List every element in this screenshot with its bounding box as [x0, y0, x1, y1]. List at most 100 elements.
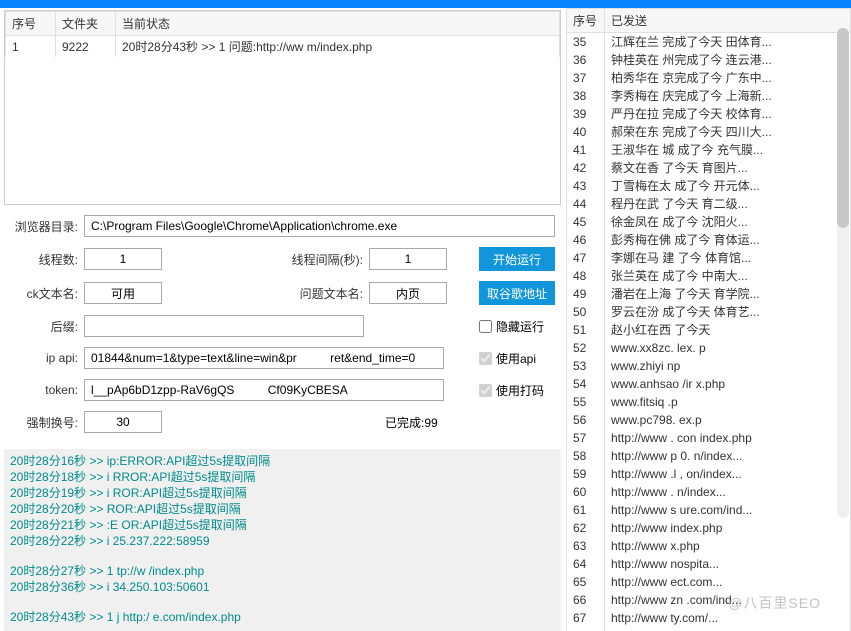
cell-seq: 41 [567, 141, 605, 159]
question-input[interactable] [369, 282, 447, 304]
cell-seq: 38 [567, 87, 605, 105]
table-row[interactable]: 56www.pc798. ex.p [567, 411, 851, 429]
table-row[interactable]: 54www.anhsao /ir x.php [567, 375, 851, 393]
table-row[interactable]: 49潘岩在上海 了今天 育学院... [567, 285, 851, 303]
log-line: 20时28分22秒 >> i 25.237.222:58959 [10, 533, 555, 549]
table-row[interactable]: 36钟桂英在 州完成了今 连云港... [567, 51, 851, 69]
browser-path-input[interactable] [84, 215, 555, 237]
cell-txt: http://www p 0. n/index... [605, 447, 851, 465]
cell-seq: 39 [567, 105, 605, 123]
hide-label: 隐藏运行 [496, 318, 544, 335]
table-row[interactable]: 55www.fitsiq .p [567, 393, 851, 411]
google-button[interactable]: 取谷歌地址 [479, 281, 555, 305]
table-row[interactable]: 1922220时28分43秒 >> 1 问题:http://ww m/index… [6, 36, 560, 58]
table-row[interactable]: 65http://www ect.com... [567, 573, 851, 591]
table-row[interactable]: 68http://www g de.com/... [567, 627, 851, 631]
threads-label: 线程数: [10, 251, 78, 268]
cell-seq: 1 [6, 36, 56, 58]
watermark: @八百里SEO [728, 593, 821, 613]
form-area: 浏览器目录: 线程数: 线程间隔(秒): 开始运行 ck文本名: 问题文本名: … [4, 205, 561, 449]
cell-seq: 44 [567, 195, 605, 213]
interval-input[interactable] [369, 248, 447, 270]
table-row[interactable]: 59http://www .l , on/index... [567, 465, 851, 483]
cell-txt: http://www index.php [605, 519, 851, 537]
task-table-wrap: 序号 文件夹 当前状态 1922220时28分43秒 >> 1 问题:http:… [4, 10, 561, 205]
cell-seq: 58 [567, 447, 605, 465]
token-input[interactable] [84, 379, 444, 401]
cell-seq: 47 [567, 249, 605, 267]
hide-checkbox[interactable]: 隐藏运行 [479, 318, 555, 335]
table-row[interactable]: 46彭秀梅在佛 成了今 育体运... [567, 231, 851, 249]
table-row[interactable]: 60http://www . n/index... [567, 483, 851, 501]
table-row[interactable]: 58http://www p 0. n/index... [567, 447, 851, 465]
cell-seq: 35 [567, 33, 605, 52]
table-row[interactable]: 41王淑华在 城 成了今 充气膜... [567, 141, 851, 159]
ipapi-label: ip api: [10, 351, 78, 365]
table-row[interactable]: 47李娜在马 建 了今 体育馆... [567, 249, 851, 267]
th-sent-txt: 已发送 [605, 9, 851, 33]
cell-folder: 9222 [56, 36, 116, 58]
table-row[interactable]: 62http://www index.php [567, 519, 851, 537]
table-row[interactable]: 52www.xx8zc. lex. p [567, 339, 851, 357]
table-row[interactable]: 51赵小红在西 了今天 [567, 321, 851, 339]
cell-seq: 59 [567, 465, 605, 483]
cell-txt: 张兰英在 成了今 中南大... [605, 267, 851, 285]
table-row[interactable]: 35江辉在兰 完成了今天 田体育... [567, 33, 851, 52]
table-row[interactable]: 50罗云在汾 成了今天 体育艺... [567, 303, 851, 321]
table-row[interactable]: 63http://www x.php [567, 537, 851, 555]
ipapi-input[interactable] [84, 347, 444, 369]
cell-txt: www.fitsiq .p [605, 393, 851, 411]
table-row[interactable]: 40郝荣在东 完成了今天 四川大... [567, 123, 851, 141]
cell-txt: 罗云在汾 成了今天 体育艺... [605, 303, 851, 321]
table-row[interactable]: 48张兰英在 成了今 中南大... [567, 267, 851, 285]
token-label: token: [10, 383, 78, 397]
table-row[interactable]: 53www.zhiyi np [567, 357, 851, 375]
cell-seq: 54 [567, 375, 605, 393]
useapi-checkbox[interactable]: 使用api [479, 350, 555, 367]
interval-label: 线程间隔(秒): [273, 251, 363, 268]
threads-input[interactable] [84, 248, 162, 270]
cell-txt: http://www x.php [605, 537, 851, 555]
cell-txt: 程丹在武 了今天 育二级... [605, 195, 851, 213]
table-row[interactable]: 43丁雪梅在太 成了今 开元体... [567, 177, 851, 195]
table-row[interactable]: 42蔡文在香 了今天 育图片... [567, 159, 851, 177]
cell-seq: 52 [567, 339, 605, 357]
th-status: 当前状态 [116, 12, 560, 36]
cell-txt: 彭秀梅在佛 成了今 育体运... [605, 231, 851, 249]
cell-seq: 51 [567, 321, 605, 339]
task-table: 序号 文件夹 当前状态 1922220时28分43秒 >> 1 问题:http:… [5, 11, 560, 57]
cell-txt: http://www . n/index... [605, 483, 851, 501]
cell-seq: 46 [567, 231, 605, 249]
table-row[interactable]: 38李秀梅在 庆完成了今 上海新... [567, 87, 851, 105]
cell-seq: 57 [567, 429, 605, 447]
suffix-label: 后缀: [10, 318, 78, 335]
useapi-label: 使用api [496, 350, 536, 367]
cell-txt: www.anhsao /ir x.php [605, 375, 851, 393]
main-area: 序号 文件夹 当前状态 1922220时28分43秒 >> 1 问题:http:… [0, 8, 851, 631]
table-row[interactable]: 37柏秀华在 京完成了今 广东中... [567, 69, 851, 87]
th-sent-seq: 序号 [567, 9, 605, 33]
suffix-input[interactable] [84, 315, 364, 337]
table-row[interactable]: 39严丹在拉 完成了今天 校体育... [567, 105, 851, 123]
cell-seq: 53 [567, 357, 605, 375]
ck-input[interactable] [84, 282, 162, 304]
cell-txt: 严丹在拉 完成了今天 校体育... [605, 105, 851, 123]
table-row[interactable]: 64http://www nospita... [567, 555, 851, 573]
table-row[interactable]: 61http://www s ure.com/ind... [567, 501, 851, 519]
force-input[interactable] [84, 411, 162, 433]
log-line: 20时28分19秒 >> i ROR:API超过5s提取间隔 [10, 485, 555, 501]
left-panel: 序号 文件夹 当前状态 1922220时28分43秒 >> 1 问题:http:… [0, 8, 565, 631]
scrollbar-thumb[interactable] [837, 28, 849, 228]
table-row[interactable]: 45徐金凤在 成了今 沈阳火... [567, 213, 851, 231]
title-bar [0, 0, 851, 8]
cell-status: 20时28分43秒 >> 1 问题:http://ww m/index.php [116, 36, 560, 58]
ck-label: ck文本名: [10, 285, 78, 302]
log-line: 20时28分27秒 >> 1 tp://w /index.php [10, 563, 555, 579]
cell-txt: 李娜在马 建 了今 体育馆... [605, 249, 851, 267]
start-button[interactable]: 开始运行 [479, 247, 555, 271]
cell-txt: 李秀梅在 庆完成了今 上海新... [605, 87, 851, 105]
cell-txt: 江辉在兰 完成了今天 田体育... [605, 33, 851, 52]
table-row[interactable]: 44程丹在武 了今天 育二级... [567, 195, 851, 213]
usecode-checkbox[interactable]: 使用打码 [479, 382, 555, 399]
table-row[interactable]: 57http://www . con index.php [567, 429, 851, 447]
